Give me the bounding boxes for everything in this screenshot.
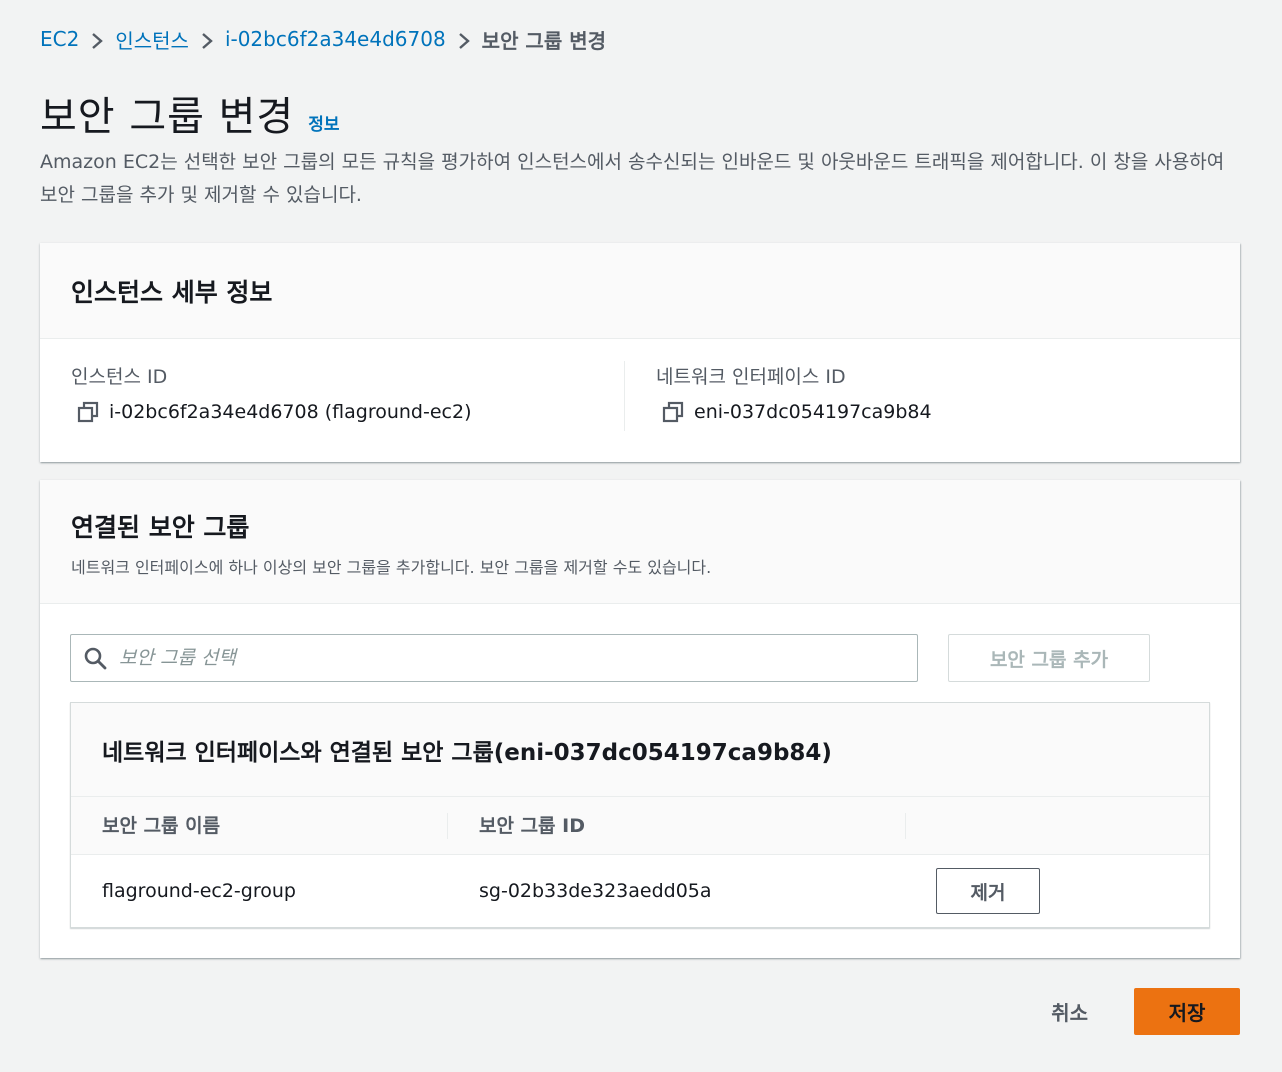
footer-actions: 취소 저장	[1031, 988, 1240, 1035]
security-groups-description: 네트워크 인터페이스에 하나 이상의 보안 그룹을 추가합니다. 보안 그룹을 …	[71, 558, 712, 577]
search-row: 보안 그룹 추가	[70, 634, 1210, 682]
eni-id-value: eni-037dc054197ca9b84	[694, 401, 932, 423]
instance-details-body: 인스턴스 ID i-02bc6f2a34e4d6708 (flaground-e…	[40, 339, 1240, 431]
table-title: 네트워크 인터페이스와 연결된 보안 그룹(eni-037dc054197ca9…	[102, 739, 832, 766]
column-header-id: 보안 그룹 ID	[448, 812, 906, 839]
eni-id-label: 네트워크 인터페이스 ID	[656, 366, 846, 388]
column-header-name: 보안 그룹 이름	[71, 812, 448, 839]
search-icon	[84, 647, 107, 670]
security-group-search-input[interactable]	[119, 647, 899, 669]
table-column-headers: 보안 그룹 이름 보안 그룹 ID	[71, 797, 1209, 855]
page-description: Amazon EC2는 선택한 보안 그룹의 모든 규칙을 평가하여 인스턴스에…	[40, 151, 1225, 206]
column-header-actions	[906, 813, 1209, 839]
instance-id-field: 인스턴스 ID i-02bc6f2a34e4d6708 (flaground-e…	[71, 361, 625, 431]
instance-details-panel: 인스턴스 세부 정보 인스턴스 ID i-02bc6f2a34e4d6708 (…	[40, 243, 1240, 462]
breadcrumb-current: 보안 그룹 변경	[481, 28, 606, 53]
security-groups-title: 연결된 보안 그룹	[71, 513, 250, 542]
instance-details-title: 인스턴스 세부 정보	[71, 277, 273, 307]
copy-icon[interactable]	[77, 401, 99, 423]
chevron-right-icon	[79, 27, 115, 51]
instance-id-label: 인스턴스 ID	[71, 366, 168, 388]
chevron-right-icon	[189, 27, 225, 51]
security-group-search[interactable]	[70, 634, 918, 682]
instance-details-header: 인스턴스 세부 정보	[40, 243, 1240, 339]
info-link[interactable]: 정보	[308, 110, 339, 135]
eni-id-value-row: eni-037dc054197ca9b84	[656, 393, 1209, 431]
table-header: 네트워크 인터페이스와 연결된 보안 그룹(eni-037dc054197ca9…	[71, 703, 1209, 797]
chevron-right-icon	[446, 27, 482, 51]
breadcrumb: EC2 인스턴스 i-02bc6f2a34e4d6708 보안 그룹 변경	[40, 24, 606, 54]
copy-icon[interactable]	[662, 401, 684, 423]
eni-id-field: 네트워크 인터페이스 ID eni-037dc054197ca9b84	[625, 361, 1209, 431]
associated-security-groups-table: 네트워크 인터페이스와 연결된 보안 그룹(eni-037dc054197ca9…	[70, 702, 1210, 928]
save-button[interactable]: 저장	[1134, 988, 1240, 1035]
page-header: 보안 그룹 변경 정보	[40, 84, 340, 142]
security-group-id: sg-02b33de323aedd05a	[479, 880, 712, 902]
breadcrumb-ec2-link[interactable]: EC2	[40, 27, 79, 51]
security-groups-header: 연결된 보안 그룹 네트워크 인터페이스에 하나 이상의 보안 그룹을 추가합니…	[40, 480, 1240, 604]
security-groups-panel: 연결된 보안 그룹 네트워크 인터페이스에 하나 이상의 보안 그룹을 추가합니…	[40, 480, 1240, 958]
remove-security-group-button[interactable]: 제거	[936, 868, 1040, 914]
breadcrumb-instances-link[interactable]: 인스턴스	[115, 25, 189, 54]
security-group-name: flaground-ec2-group	[102, 880, 296, 902]
add-security-group-button[interactable]: 보안 그룹 추가	[948, 634, 1150, 682]
instance-id-value-row: i-02bc6f2a34e4d6708 (flaground-ec2)	[71, 393, 624, 431]
cancel-button[interactable]: 취소	[1031, 989, 1108, 1035]
row-actions: 제거	[906, 868, 1209, 914]
table-row: flaground-ec2-group sg-02b33de323aedd05a…	[71, 855, 1209, 927]
breadcrumb-instance-link[interactable]: i-02bc6f2a34e4d6708	[225, 27, 446, 51]
instance-id-value: i-02bc6f2a34e4d6708 (flaground-ec2)	[109, 401, 472, 423]
page-title: 보안 그룹 변경	[40, 94, 295, 140]
